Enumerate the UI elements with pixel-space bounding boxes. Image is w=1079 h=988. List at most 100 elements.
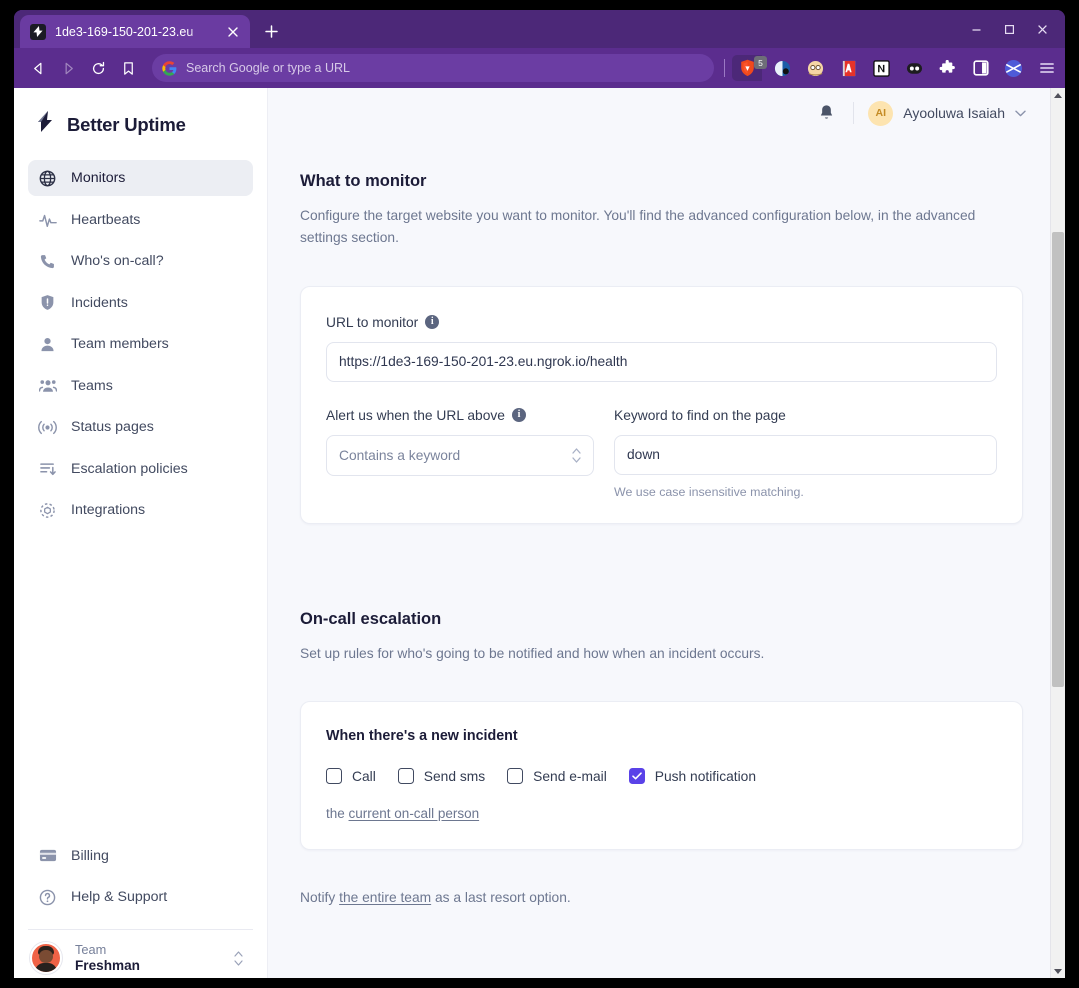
assignee-line: the current on-call person: [326, 806, 997, 821]
entire-team-link[interactable]: the entire team: [339, 890, 431, 905]
checkbox-push-notification[interactable]: Push notification: [628, 768, 756, 785]
page-title: What to monitor: [300, 172, 427, 190]
loom-icon[interactable]: [902, 55, 927, 81]
alert-keyword-row: Alert us when the URL above i Contains a…: [326, 408, 997, 499]
sidebar-item-label: Status pages: [71, 419, 154, 435]
scrollbar-track[interactable]: [1051, 102, 1065, 964]
back-arrow-icon[interactable]: [24, 54, 52, 82]
checkbox-box[interactable]: [397, 768, 414, 785]
app-topbar: AI Ayooluwa Isaiah: [268, 88, 1065, 138]
checkbox-label: Send e-mail: [533, 768, 607, 784]
sidebar-item-label: Monitors: [71, 170, 126, 186]
sidebar-item-label: Escalation policies: [71, 460, 188, 477]
pulse-icon: [38, 210, 57, 229]
sidebar-item-status-pages[interactable]: Status pages: [28, 409, 253, 445]
credit-card-icon: [38, 846, 57, 865]
browser-tab[interactable]: 1de3-169-150-201-23.eu: [20, 15, 250, 48]
info-icon[interactable]: i: [511, 408, 526, 423]
keyword-field: Keyword to find on the page down We use …: [614, 408, 997, 499]
alert-label-text: Alert us when the URL above: [326, 407, 505, 423]
alert-condition-field: Alert us when the URL above i Contains a…: [326, 408, 594, 499]
broadcast-icon: [38, 418, 57, 437]
checkbox-box[interactable]: [507, 768, 524, 785]
new-incident-heading: When there's a new incident: [326, 728, 518, 745]
sidebar-panel-icon[interactable]: [968, 55, 993, 81]
brave-shield-icon[interactable]: 5: [732, 55, 767, 81]
notify-prefix: Notify: [300, 890, 340, 906]
settings-scroll-area: What to monitor Configure the target web…: [268, 138, 1065, 978]
on-call-escalation-description: Set up rules for who's going to be notif…: [300, 645, 765, 661]
browser-menu-icon[interactable]: [1034, 55, 1059, 81]
keyword-help-text: We use case insensitive matching.: [614, 484, 804, 499]
address-bar[interactable]: Search Google or type a URL: [152, 54, 714, 82]
team-switcher[interactable]: Team Freshman: [28, 930, 253, 974]
tab-title: 1de3-169-150-201-23.eu: [55, 24, 194, 39]
up-down-chevron-icon[interactable]: [234, 950, 249, 966]
address-bar-placeholder: Search Google or type a URL: [186, 61, 350, 75]
notion-icon[interactable]: [869, 55, 894, 81]
scroll-down-arrow-icon[interactable]: [1051, 964, 1065, 978]
sidebar-item-billing[interactable]: Billing: [28, 838, 253, 874]
window-controls: [960, 10, 1065, 48]
url-field-label: URL to monitor i: [326, 315, 997, 330]
brand-logo[interactable]: Better Uptime: [28, 88, 253, 160]
checkbox-send-sms[interactable]: Send sms: [397, 768, 486, 785]
page-scrollbar[interactable]: [1050, 88, 1065, 978]
sidebar-item-label: Integrations: [71, 502, 146, 518]
reload-icon[interactable]: [84, 54, 112, 82]
scrollbar-thumb[interactable]: [1052, 232, 1064, 687]
toolbar-divider: [724, 59, 725, 77]
browser-window: 1de3-169-150-201-23.eu Search Google or …: [14, 10, 1065, 978]
sidebar-item-teams[interactable]: Teams: [28, 368, 253, 404]
alert-condition-select[interactable]: Contains a keyword: [326, 434, 594, 476]
up-down-chevron-icon[interactable]: [572, 448, 581, 463]
info-icon[interactable]: i: [425, 315, 440, 330]
checkbox-call[interactable]: Call: [326, 768, 376, 785]
sidebar-item-help-support[interactable]: Help & Support: [28, 879, 253, 915]
team-name: Freshman: [75, 957, 140, 973]
checkbox-label: Send sms: [423, 768, 486, 784]
close-window-button[interactable]: [1026, 10, 1059, 48]
user-menu[interactable]: AI Ayooluwa Isaiah: [868, 100, 1026, 126]
checkbox-box[interactable]: [628, 768, 645, 785]
sidebar-item-label: Teams: [71, 377, 113, 394]
assignee-prefix: the: [326, 806, 349, 822]
dictionary-icon[interactable]: [836, 55, 861, 81]
puzzle-extensions-icon[interactable]: [935, 55, 960, 81]
brand-name: Better Uptime: [67, 113, 186, 135]
scroll-up-arrow-icon[interactable]: [1051, 88, 1065, 102]
current-on-call-person-link[interactable]: current on-call person: [349, 806, 480, 821]
sidebar-nav: Monitors Heartbeats Who's on-call? Incid…: [28, 160, 253, 534]
sidebar-item-integrations[interactable]: Integrations: [28, 492, 253, 528]
bookmark-icon[interactable]: [114, 54, 142, 82]
chevron-down-icon[interactable]: [1015, 110, 1026, 117]
maximize-button[interactable]: [993, 10, 1026, 48]
main-content: AI Ayooluwa Isaiah What to monitor Confi…: [268, 88, 1065, 978]
sidebar-item-incidents[interactable]: Incidents: [28, 285, 253, 321]
forward-arrow-icon[interactable]: [54, 54, 82, 82]
minimize-button[interactable]: [960, 10, 993, 48]
sidebar-item-team-members[interactable]: Team members: [28, 326, 253, 362]
url-input[interactable]: https://1de3-169-150-201-23.eu.ngrok.io/…: [326, 341, 997, 382]
sidebar-item-heartbeats[interactable]: Heartbeats: [28, 202, 253, 238]
bell-icon[interactable]: [811, 98, 841, 128]
new-tab-button[interactable]: [257, 17, 285, 45]
checkbox-send-email[interactable]: Send e-mail: [507, 768, 607, 785]
keyword-input[interactable]: down: [614, 434, 997, 475]
person-icon: [38, 335, 57, 354]
sidebar-item-label: Heartbeats: [71, 211, 141, 228]
integrations-icon: [38, 501, 57, 520]
sidebar-item-escalation-policies[interactable]: Escalation policies: [28, 451, 253, 487]
sidebar-item-monitors[interactable]: Monitors: [28, 160, 253, 196]
sidebar-item-whos-on-call[interactable]: Who's on-call?: [28, 243, 253, 279]
user-name: Ayooluwa Isaiah: [903, 105, 1005, 121]
sidebar-bottom: Billing Help & Support Team Freshman: [28, 838, 253, 979]
brave-rewards-icon[interactable]: [1001, 55, 1026, 81]
checkbox-box[interactable]: [326, 768, 342, 785]
dark-reader-icon[interactable]: [770, 55, 795, 81]
grammarly-icon[interactable]: [803, 55, 828, 81]
people-icon: [38, 376, 57, 395]
close-icon[interactable]: [224, 23, 242, 41]
sidebar-item-label: Who's on-call?: [71, 253, 164, 269]
